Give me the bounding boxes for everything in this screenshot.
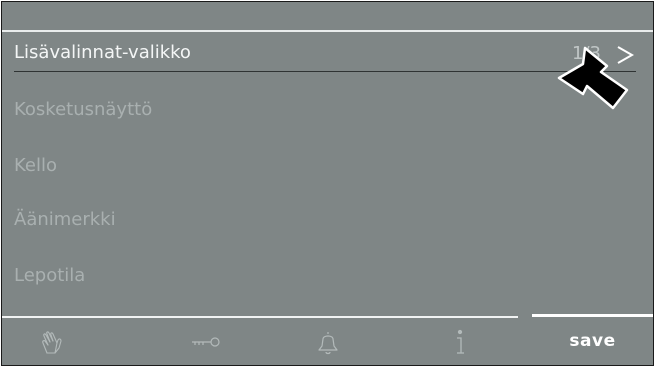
menu-item-label: Lepotila [14, 265, 86, 286]
key-icon [192, 336, 220, 347]
menu-item-label: Kosketusnäyttö [14, 99, 153, 120]
menu-item-label: Kello [14, 155, 57, 176]
menu-item-label: Lisävalinnat-valikko [14, 42, 191, 63]
top-divider [2, 30, 653, 32]
info-icon [457, 329, 464, 354]
active-item-underline [14, 71, 636, 72]
menu-item-lisavalinnat[interactable]: Lisävalinnat-valikko [14, 38, 638, 68]
menu-item-aanimerkki[interactable]: Äänimerkki [14, 205, 638, 235]
save-highlight-line [532, 314, 653, 317]
bottom-toolbar: save [2, 318, 653, 365]
menu-item-label: Äänimerkki [14, 209, 116, 230]
tab-bell[interactable] [298, 318, 358, 365]
save-button[interactable]: save [532, 324, 653, 358]
top-strip [2, 2, 653, 30]
tab-hand-touch[interactable] [24, 318, 84, 365]
tab-key[interactable] [176, 318, 236, 365]
page-indicator: 1/3 [572, 43, 601, 64]
hand-touch-icon [42, 330, 62, 354]
tab-info[interactable] [430, 318, 490, 365]
screen-frame: Lisävalinnat-valikko 1/3 Kosketusnäyttö … [1, 1, 654, 366]
next-page-chevron-icon[interactable] [614, 44, 636, 66]
bell-icon [318, 331, 338, 354]
menu-item-kosketusnaytto[interactable]: Kosketusnäyttö [14, 95, 638, 125]
menu-item-kello[interactable]: Kello [14, 151, 638, 181]
menu-item-lepotila[interactable]: Lepotila [14, 261, 638, 291]
